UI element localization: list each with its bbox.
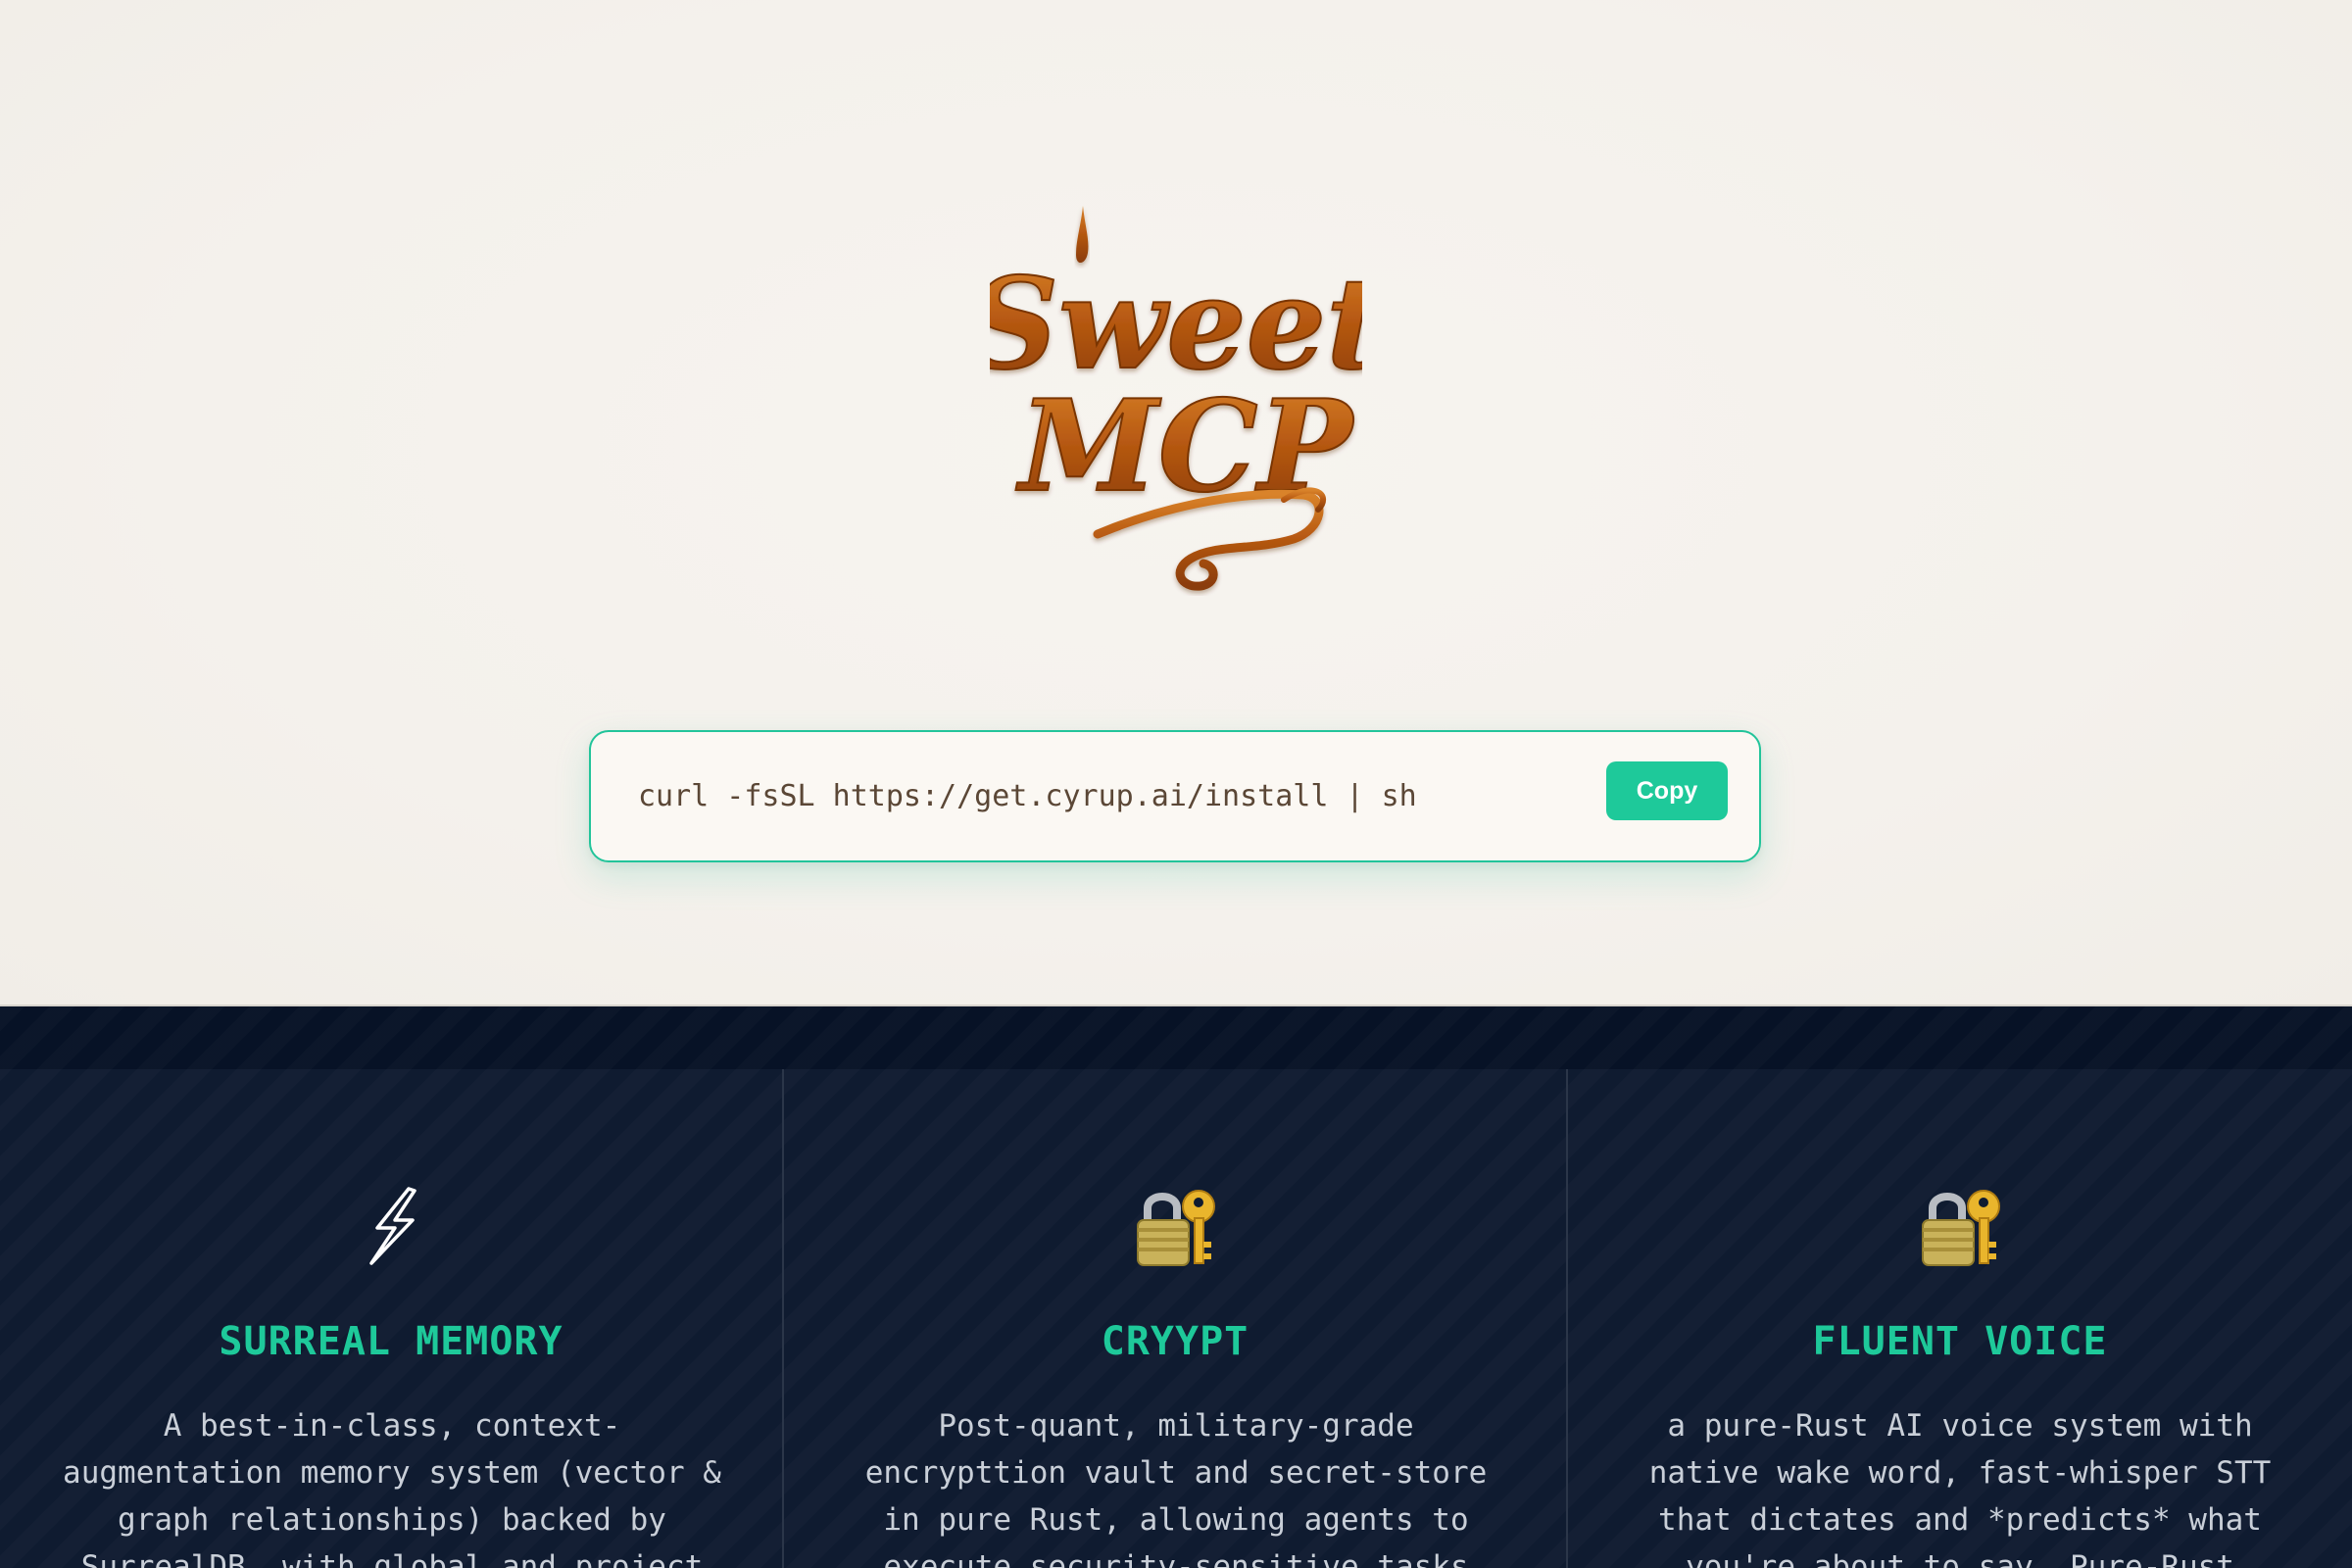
- hero-section: Sweet MCP curl -fsSL https://get.cyrup.a…: [0, 0, 2352, 1004]
- feature-description: Post-quant, military-grade encrypttion v…: [864, 1408, 1488, 1568]
- install-command-text[interactable]: curl -fsSL https://get.cyrup.ai/install …: [638, 732, 1417, 860]
- feature-description: a pure-Rust AI voice system with native …: [1648, 1408, 2272, 1568]
- features-section: SURREAL MEMORY A best-in-class, context-…: [0, 1004, 2352, 1568]
- lock-with-key-icon: [1126, 1177, 1224, 1275]
- feature-cryypt: CRYYPT Post-quant, military-grade encryp…: [784, 1069, 1568, 1568]
- install-command-box: curl -fsSL https://get.cyrup.ai/install …: [589, 730, 1761, 862]
- feature-fluent-voice: FLUENT VOICE a pure-Rust AI voice system…: [1568, 1069, 2352, 1568]
- sweet-mcp-logo: Sweet MCP: [990, 196, 1362, 598]
- feature-surreal-memory: SURREAL MEMORY A best-in-class, context-…: [0, 1069, 784, 1568]
- feature-description: A best-in-class, context-augmentation me…: [63, 1408, 721, 1568]
- feature-title: CRYYPT: [1101, 1319, 1250, 1364]
- feature-title: FLUENT VOICE: [1812, 1319, 2108, 1364]
- feature-title: SURREAL MEMORY: [219, 1319, 564, 1364]
- features-header-band: [0, 1006, 2352, 1069]
- copy-button[interactable]: Copy: [1606, 761, 1728, 820]
- lightning-icon: [342, 1177, 440, 1275]
- lock-with-key-icon: [1911, 1177, 2009, 1275]
